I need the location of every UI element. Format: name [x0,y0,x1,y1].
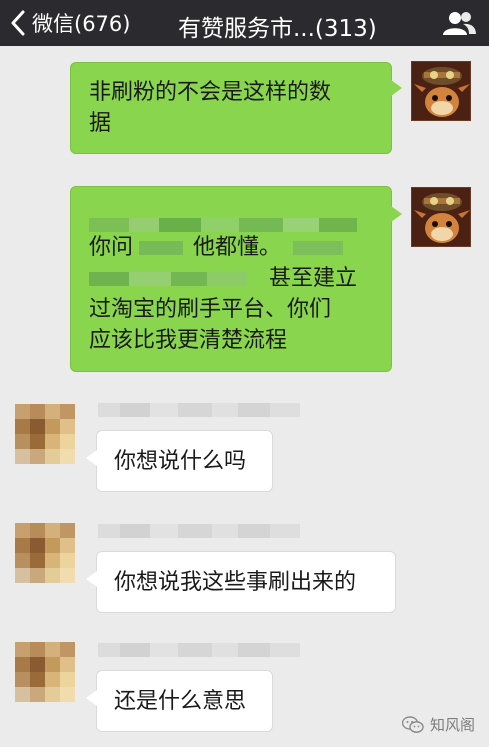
bubble-tail [86,690,97,706]
redacted-text [293,241,344,255]
contact-name-redacted [98,403,300,417]
bubble-tail [86,450,97,466]
message-2-text-b: 他都懂。 [193,235,282,260]
contact-name-redacted [98,524,300,538]
pixelated-avatar-icon [15,642,75,702]
message-bubble-3[interactable]: 你想说什么吗 [96,430,273,492]
redacted-text [89,272,129,286]
avatar-contact[interactable] [15,642,75,702]
message-bubble-2[interactable]: 你问 他都懂。 甚至建立 过淘宝的刷手平台、你们 应该比我更清楚流程 [70,186,392,372]
teemo-avatar-icon [412,188,470,246]
pixelated-avatar-icon [15,404,75,464]
message-1-line-2: 据 [89,111,112,136]
contacts-icon [443,12,476,35]
avatar-contact[interactable] [15,523,75,583]
message-bubble-1[interactable]: 非刷粉的不会是这样的数 据 [70,62,392,154]
message-2-line-5: 应该比我更清楚流程 [89,328,288,353]
bubble-tail [391,206,402,222]
chevron-left-icon [11,10,25,36]
bubble-tail [391,80,402,96]
message-2-text-c: 甚至建立 [269,266,358,291]
chat-header: 微信(676) 有赞服务市...(313) [0,0,489,46]
teemo-avatar-icon [412,62,470,120]
avatar-self[interactable] [411,187,471,247]
bubble-tail [86,571,97,587]
back-label: 微信(676) [32,12,131,36]
message-bubble-5[interactable]: 还是什么意思 [96,670,273,732]
message-4-text: 你想说我这些事刷出来的 [114,570,357,595]
message-2-line-3: 甚至建立 [89,263,357,294]
message-2-line-4: 过淘宝的刷手平台、你们 [89,297,332,322]
avatar-self[interactable] [411,61,471,121]
message-bubble-4[interactable]: 你想说我这些事刷出来的 [96,551,396,613]
contacts-button[interactable] [441,10,477,36]
pixelated-avatar-icon [15,523,75,583]
watermark: 知风阁 [401,714,475,735]
contact-name-redacted [98,643,300,657]
back-button[interactable]: 微信(676) [10,8,130,38]
message-2-text-a: 你问 [89,235,134,260]
message-3-text: 你想说什么吗 [114,449,247,474]
message-5-text: 还是什么意思 [114,689,247,714]
message-1-line-1: 非刷粉的不会是这样的数 [89,80,332,105]
avatar-contact[interactable] [15,404,75,464]
wechat-logo-icon [401,715,424,733]
watermark-text: 知风阁 [429,716,475,734]
message-2-line-2: 你问 他都懂。 [89,232,344,263]
redacted-text [139,241,184,255]
chat-title: 有赞服务市...(313) [178,16,377,42]
